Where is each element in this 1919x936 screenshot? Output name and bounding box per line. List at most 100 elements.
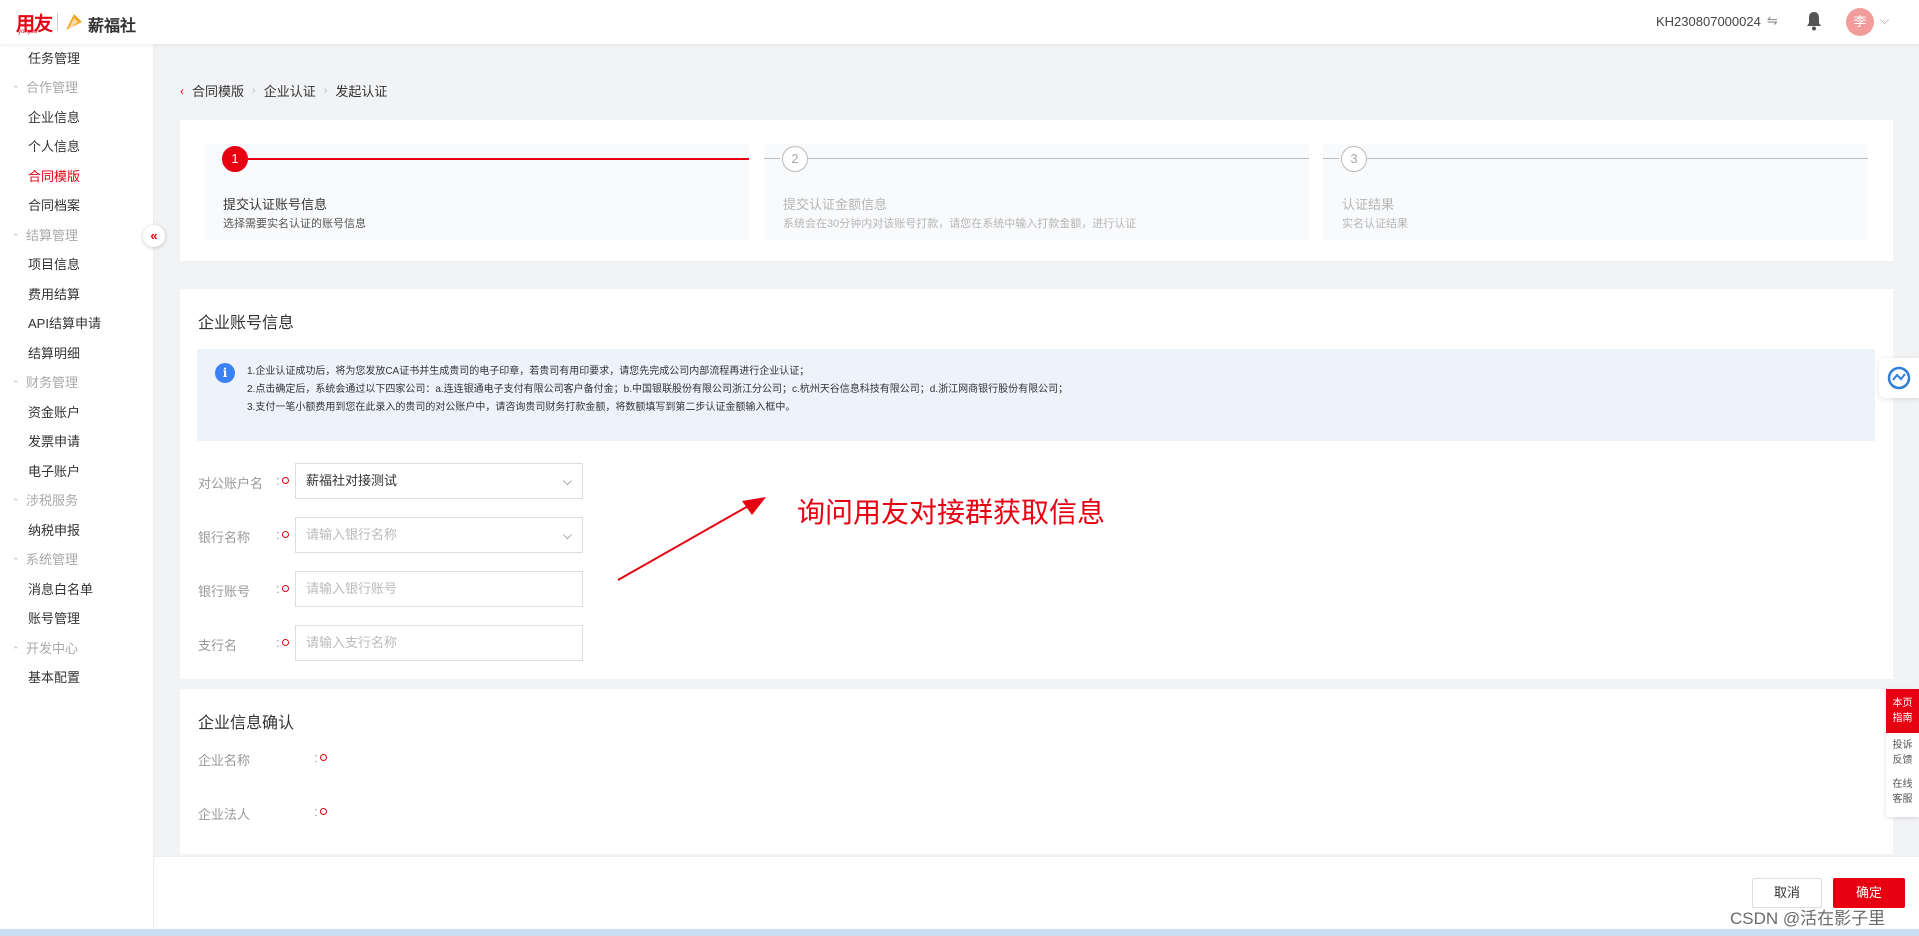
sidebar-item[interactable]: 发票申请 [0,431,154,453]
step-1: 1 提交认证账号信息 选择需要实名认证的账号信息 [204,144,749,240]
step-progress-line [764,158,780,159]
account-name-select[interactable]: 薪福社对接测试 ⌵ [295,463,583,499]
feedback-label: 反馈 [1892,755,1913,766]
section-title: 企业信息确认 [198,715,295,732]
step-progress-line [1323,158,1339,159]
footer-bar: 取消 确定 [154,856,1919,929]
chevron-up-icon: ⌃ [12,556,20,566]
feedback-button[interactable]: 投诉 反馈 [1886,738,1919,768]
required-marker [282,639,289,646]
collapse-sidebar-button[interactable]: « [143,225,165,247]
annotation-text: 询问用友对接群获取信息 [797,497,1106,528]
sidebar-item[interactable]: 结算明细 [0,343,154,365]
sidebar-item[interactable]: 基本配置 [0,667,154,689]
sidebar-item[interactable]: 合同模版 [0,166,154,188]
bank-name-placeholder: 请输入银行名称 [306,527,398,542]
sidebar-item[interactable]: 消息白名单 [0,579,154,601]
sidebar-group[interactable]: ⌃ 系统管理 [0,549,154,571]
chevron-up-icon: ⌃ [12,645,20,655]
sidebar-item[interactable]: 费用结算 [0,284,154,306]
sidebar-group[interactable]: ⌃ 财务管理 [0,372,154,394]
watermark: CSDN @活在影子里 [1730,909,1886,928]
sidebar-item[interactable]: 企业信息 [0,107,154,129]
field-colon: : [276,473,280,488]
sidebar-group[interactable]: ⌃ 结算管理 [0,225,154,247]
sidebar-item[interactable]: 账号管理 [0,608,154,630]
sidebar-item[interactable]: 任务管理 [0,48,154,70]
required-marker [282,585,289,592]
xinfushe-logo-icon [66,14,82,30]
sidebar-item-label: 纳税申报 [28,523,81,538]
page-guide-button[interactable]: 本页 指南 [1886,689,1919,733]
sidebar-item[interactable]: 合同档案 [0,195,154,217]
assistant-float-button[interactable] [1879,358,1919,398]
sidebar-item-label: 基本配置 [28,670,81,685]
field-colon: : [314,804,318,819]
account-id: KH230807000024 [1656,14,1761,29]
breadcrumb-item[interactable]: 合同模版 [192,81,244,100]
chevron-up-icon: ⌃ [12,497,20,507]
chevron-down-icon[interactable]: ⌵ [1880,13,1889,28]
bank-name-label: 银行名称 [198,530,251,545]
sidebar-group[interactable]: ⌃ 开发中心 [0,638,154,660]
sidebar-item-label: 结算管理 [26,228,79,243]
required-marker [320,754,327,761]
branch-name-label: 支行名 [198,638,238,653]
sidebar-item[interactable]: API结算申请 [0,313,154,335]
notice-line: 3.支付一笔小额费用到您在此录入的贵司的对公账户中，请咨询贵司财务打款金额，将数… [247,402,796,413]
sidebar-item-label: 合作管理 [26,80,79,95]
sidebar-item-label: 费用结算 [28,287,81,302]
sidebar-item-label: 消息白名单 [28,582,94,597]
branch-name-placeholder: 请输入支行名称 [306,635,398,650]
chevron-down-icon: ⌵ [562,528,572,542]
online-service-button[interactable]: 在线 客服 [1886,777,1919,807]
guide-panel: 本页 指南 投诉 反馈 在线 客服 [1886,689,1919,817]
chevron-up-icon: ⌃ [12,232,20,242]
feedback-label: 投诉 [1892,740,1913,751]
avatar[interactable]: 李 [1846,8,1874,36]
sidebar-item-label: 结算明细 [28,346,81,361]
step-title: 认证结果 [1342,197,1395,212]
sidebar-item-label: 项目信息 [28,257,81,272]
sidebar-item-label: 涉税服务 [26,493,79,508]
sidebar-item[interactable]: 个人信息 [0,136,154,158]
sidebar-group[interactable]: ⌃ 涉税服务 [0,490,154,512]
switch-account-icon[interactable]: ⇋ [1767,13,1778,29]
breadcrumb-item[interactable]: 企业认证 [264,81,316,100]
sidebar-group[interactable]: ⌃ 合作管理 [0,77,154,99]
sidebar: 任务管理 ⌃ 合作管理 企业信息 个人信息 合同模版 合同档案 ⌃ 结算管理 项目信息 费用结算 AP… [0,44,154,936]
sidebar-item[interactable]: 纳税申报 [0,520,154,542]
step-number: 1 [222,146,248,172]
step-description: 实名认证结果 [1342,218,1408,230]
required-marker [320,808,327,815]
sidebar-item[interactable]: 电子账户 [0,461,154,483]
company-info-card: 企业信息确认 企业名称 : 企业法人 : [180,689,1893,854]
taskbar-strip [0,929,1919,936]
product-name: 薪福社 [88,18,137,35]
bell-icon[interactable] [1805,11,1823,31]
annotation-arrow [617,497,766,581]
section-title: 企业账号信息 [198,315,295,332]
breadcrumb-current: 发起认证 [335,84,388,99]
company-name-label: 企业名称 [198,753,251,768]
online-service-label: 在线 [1892,779,1913,790]
sidebar-item-label: 系统管理 [26,552,79,567]
logo-divider [57,13,58,31]
bank-account-label: 银行账号 [198,584,251,599]
branch-name-input[interactable]: 请输入支行名称 [295,625,583,661]
sidebar-item[interactable]: 资金账户 [0,402,154,424]
bank-name-select[interactable]: 请输入银行名称 ⌵ [295,517,583,553]
sidebar-item-label: 电子账户 [28,464,81,479]
sidebar-item-label: 账号管理 [28,611,81,626]
sidebar-item-label: 财务管理 [26,375,79,390]
step-progress-line [248,158,749,160]
step-title: 提交认证账号信息 [223,197,328,212]
bank-account-input[interactable]: 请输入银行账号 [295,571,583,607]
top-bar: 用友 yonyou 薪福社 KH230807000024 ⇋ 李 ⌵ [0,0,1919,44]
yonyou-logo-subtext: yonyou [18,29,38,35]
sidebar-item[interactable]: 项目信息 [0,254,154,276]
page-guide-label: 本页 [1892,698,1913,709]
sidebar-item-label: 发票申请 [28,434,81,449]
back-icon[interactable]: ‹ [180,84,184,98]
breadcrumb-separator-icon: › [323,84,328,97]
